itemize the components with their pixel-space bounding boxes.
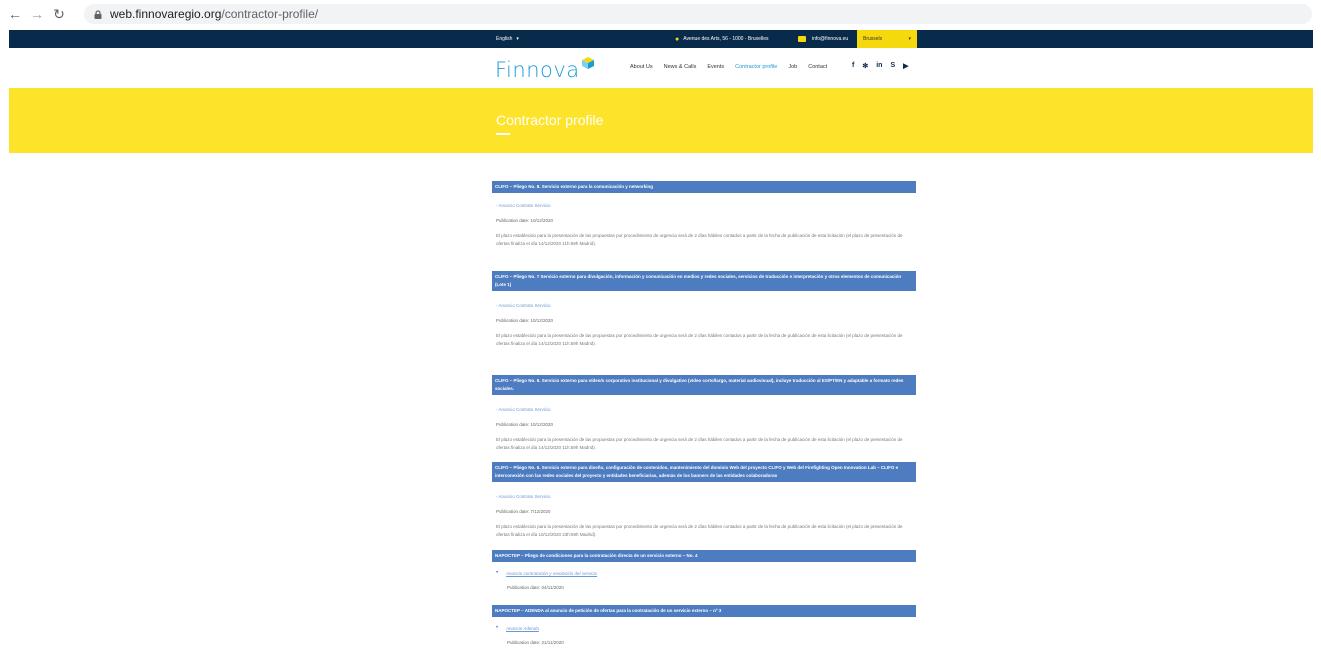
list-item: • Anuncio Adenda	[492, 625, 539, 631]
nav-news-calls[interactable]: News & Calls	[664, 64, 697, 70]
entry-title-bar: NAPOCTEP – ADENDA al anuncio de petición…	[492, 605, 916, 617]
contract-entry: NAPOCTEP – ADENDA al anuncio de petición…	[492, 605, 916, 645]
chevron-down-icon: ▾	[516, 36, 519, 42]
entry-link[interactable]: - Anuncio Contrato Servicio	[496, 407, 551, 412]
finnova-logo[interactable]: Finnova	[495, 56, 594, 82]
browser-toolbar: ← → ↻ web.finnovaregio.org/contractor-pr…	[0, 0, 1321, 28]
entry-link[interactable]: - Anuncio Contrato Servicio	[496, 203, 551, 208]
entry-title-bar: NAPOCTEP – Pliego de condiciones para la…	[492, 550, 916, 562]
main-navigation: About Us News & Calls Events Contractor …	[630, 64, 838, 70]
site-header: Finnova About Us News & Calls Events Con…	[0, 48, 1321, 88]
mail-icon	[798, 36, 806, 42]
linkedin-icon[interactable]: in	[876, 62, 882, 70]
nav-events[interactable]: Events	[707, 64, 724, 70]
logo-text: Finnova	[495, 58, 580, 82]
publication-date: Publication date: 10/12/2020	[496, 422, 554, 427]
nav-contact[interactable]: Contact	[808, 64, 827, 70]
entry-link[interactable]: Anuncio Adenda	[506, 626, 539, 631]
publication-date: Publication date: 21/11/2020	[507, 640, 564, 645]
page-banner: Contractor profile	[9, 88, 1313, 153]
title-underline	[496, 133, 510, 135]
address-text: Avenue des Arts, 56 - 1000 - Bruxelles	[683, 36, 769, 42]
page-title: Contractor profile	[496, 112, 604, 128]
skype-icon[interactable]: S	[890, 62, 895, 70]
entry-description: El plazo establecido para la presentació…	[496, 333, 903, 346]
entry-title-bar: CLIFO – Pliego No. 6. Servicio externo p…	[492, 375, 916, 395]
publication-date: Publication date: 04/11/2020	[507, 585, 564, 590]
back-arrow-icon[interactable]: ←	[4, 6, 26, 22]
nav-job[interactable]: Job	[788, 64, 797, 70]
city-label: Brussels	[863, 36, 883, 42]
lock-icon	[94, 10, 102, 19]
entry-link[interactable]: - Anuncio Contrato Servicio	[496, 303, 551, 308]
nav-about-us[interactable]: About Us	[630, 64, 653, 70]
reload-icon[interactable]: ↻	[48, 6, 70, 23]
url-host: web.finnovaregio.org	[110, 7, 222, 21]
language-selector[interactable]: English ▾	[496, 30, 519, 48]
entry-description: El plazo establecido para la presentació…	[496, 437, 903, 450]
language-label: English	[496, 36, 513, 42]
publication-date: Publication date: 10/12/2020	[496, 318, 554, 323]
cube-icon	[581, 56, 594, 74]
list-item: • Anuncio contratación y resolución del …	[492, 570, 597, 576]
social-links: f ✻ in S ▶	[852, 62, 909, 70]
youtube-icon[interactable]: ▶	[903, 62, 908, 70]
address-info: ● Avenue des Arts, 56 - 1000 - Bruxelles	[675, 30, 768, 48]
entry-description: El plazo establecido para la presentació…	[496, 524, 903, 537]
bullet-icon: •	[496, 570, 499, 576]
nav-contractor-profile[interactable]: Contractor profile	[735, 64, 777, 70]
url-text: web.finnovaregio.org/contractor-profile/	[110, 7, 318, 21]
address-bar[interactable]: web.finnovaregio.org/contractor-profile/	[84, 4, 1312, 24]
entry-link[interactable]: Anuncio contratación y resolución del se…	[506, 571, 597, 576]
url-path: /contractor-profile/	[221, 7, 319, 21]
contract-entry: CLIFO – Pliego No. 6. Servicio externo p…	[492, 375, 916, 450]
chevron-down-icon: ▾	[908, 36, 911, 42]
entry-title-bar: CLIFO – Pliego No. 5. Servicio externo p…	[492, 462, 916, 482]
twitter-icon[interactable]: ✻	[862, 62, 868, 70]
email-link[interactable]: info@finnova.eu	[798, 30, 848, 48]
city-selector[interactable]: Brussels ▾	[857, 30, 917, 48]
bullet-icon: •	[496, 625, 499, 631]
forward-arrow-icon[interactable]: →	[26, 6, 48, 22]
contract-entry: CLIFO – Pliego No. 8. Servicio externo p…	[492, 181, 916, 246]
publication-date: Publication date: 7/12/2020	[496, 509, 551, 514]
entry-description: El plazo establecido para la presentació…	[496, 233, 903, 246]
facebook-icon[interactable]: f	[852, 62, 854, 70]
top-info-bar: English ▾ ● Avenue des Arts, 56 - 1000 -…	[9, 30, 1313, 48]
entry-link[interactable]: - Anuncio Contrato Servicio	[496, 494, 551, 499]
contract-entry: NAPOCTEP – Pliego de condiciones para la…	[492, 550, 916, 590]
entry-title-bar: CLIFO – Pliego No. 7 Servicio externo pa…	[492, 271, 916, 291]
email-text: info@finnova.eu	[812, 36, 849, 42]
entry-title-bar: CLIFO – Pliego No. 8. Servicio externo p…	[492, 181, 916, 193]
contract-entry: CLIFO – Pliego No. 7 Servicio externo pa…	[492, 271, 916, 346]
contract-entry: CLIFO – Pliego No. 5. Servicio externo p…	[492, 462, 916, 537]
location-pin-icon: ●	[675, 35, 680, 43]
publication-date: Publication date: 10/12/2020	[496, 218, 554, 223]
